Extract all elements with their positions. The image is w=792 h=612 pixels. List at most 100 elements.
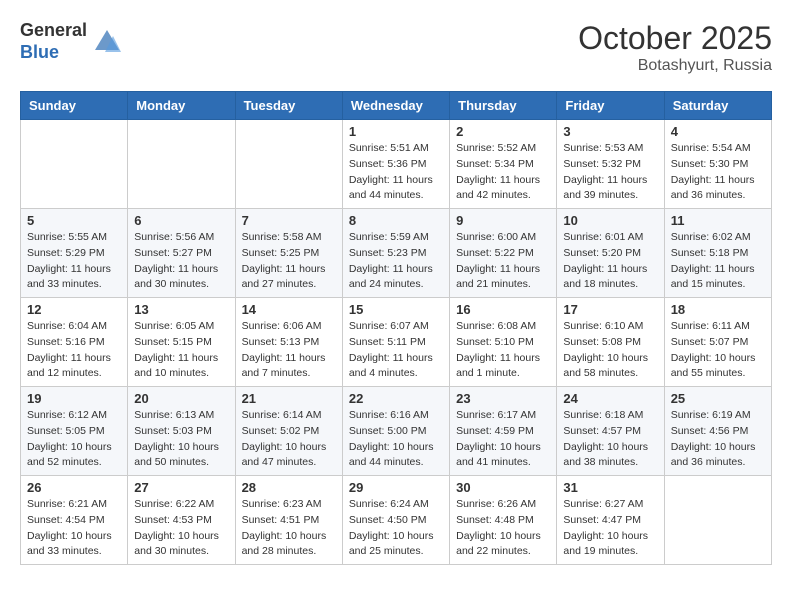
calendar-cell: 15 Sunrise: 6:07 AMSunset: 5:11 PMDayligh… bbox=[342, 298, 449, 387]
calendar-cell: 18 Sunrise: 6:11 AMSunset: 5:07 PMDayligh… bbox=[664, 298, 771, 387]
calendar-table: SundayMondayTuesdayWednesdayThursdayFrid… bbox=[20, 91, 772, 565]
day-info: Sunrise: 6:23 AMSunset: 4:51 PMDaylight:… bbox=[242, 497, 336, 560]
calendar-cell: 3Sunrise: 5:53 AMSunset: 5:32 PMDaylight… bbox=[557, 120, 664, 209]
day-number: 7 bbox=[242, 213, 336, 228]
calendar-cell: 24Sunrise: 6:18 AMSunset: 4:57 PMDayligh… bbox=[557, 387, 664, 476]
day-info: Sunrise: 6:11 AMSunset: 5:07 PMDaylight:… bbox=[671, 319, 765, 382]
day-info: Sunrise: 5:56 AMSunset: 5:27 PMDaylight:… bbox=[134, 230, 228, 293]
day-info: Sunrise: 6:05 AMSunset: 5:15 PMDaylight:… bbox=[134, 319, 228, 382]
day-info: Sunrise: 6:08 AMSunset: 5:10 PMDaylight:… bbox=[456, 319, 550, 382]
calendar-header-row: SundayMondayTuesdayWednesdayThursdayFrid… bbox=[21, 92, 772, 120]
calendar-cell bbox=[664, 476, 771, 565]
day-number: 27 bbox=[134, 480, 228, 495]
day-header: Wednesday bbox=[342, 92, 449, 120]
day-header: Monday bbox=[128, 92, 235, 120]
day-number: 5 bbox=[27, 213, 121, 228]
day-info: Sunrise: 6:01 AMSunset: 5:20 PMDaylight:… bbox=[563, 230, 657, 293]
day-number: 4 bbox=[671, 124, 765, 139]
day-number: 17 bbox=[563, 302, 657, 317]
calendar-cell: 13 Sunrise: 6:05 AMSunset: 5:15 PMDayligh… bbox=[128, 298, 235, 387]
calendar-week-row: 12 Sunrise: 6:04 AMSunset: 5:16 PMDayligh… bbox=[21, 298, 772, 387]
day-info: Sunrise: 6:00 AMSunset: 5:22 PMDaylight:… bbox=[456, 230, 550, 293]
calendar-week-row: 19 Sunrise: 6:12 AMSunset: 5:05 PMDayligh… bbox=[21, 387, 772, 476]
day-info: Sunrise: 6:07 AMSunset: 5:11 PMDaylight:… bbox=[349, 319, 443, 382]
day-number: 13 bbox=[134, 302, 228, 317]
day-number: 16 bbox=[456, 302, 550, 317]
day-header: Saturday bbox=[664, 92, 771, 120]
day-number: 15 bbox=[349, 302, 443, 317]
day-info: Sunrise: 6:02 AMSunset: 5:18 PMDaylight:… bbox=[671, 230, 765, 293]
calendar-cell: 9 Sunrise: 6:00 AMSunset: 5:22 PMDaylight… bbox=[450, 209, 557, 298]
day-info: Sunrise: 6:27 AMSunset: 4:47 PMDaylight:… bbox=[563, 497, 657, 560]
day-info: Sunrise: 6:16 AMSunset: 5:00 PMDaylight:… bbox=[349, 408, 443, 471]
day-number: 28 bbox=[242, 480, 336, 495]
day-info: Sunrise: 6:24 AMSunset: 4:50 PMDaylight:… bbox=[349, 497, 443, 560]
calendar-cell: 23 Sunrise: 6:17 AMSunset: 4:59 PMDayligh… bbox=[450, 387, 557, 476]
day-info: Sunrise: 5:58 AMSunset: 5:25 PMDaylight:… bbox=[242, 230, 336, 293]
day-number: 2 bbox=[456, 124, 550, 139]
day-number: 26 bbox=[27, 480, 121, 495]
calendar-cell: 22 Sunrise: 6:16 AMSunset: 5:00 PMDayligh… bbox=[342, 387, 449, 476]
day-header: Sunday bbox=[21, 92, 128, 120]
day-info: Sunrise: 6:13 AMSunset: 5:03 PMDaylight:… bbox=[134, 408, 228, 471]
day-header: Thursday bbox=[450, 92, 557, 120]
title-block: October 2025 Botashyurt, Russia bbox=[578, 20, 772, 75]
calendar-cell: 31 Sunrise: 6:27 AMSunset: 4:47 PMDayligh… bbox=[557, 476, 664, 565]
location-title: Botashyurt, Russia bbox=[578, 57, 772, 75]
day-number: 9 bbox=[456, 213, 550, 228]
logo-blue-text: Blue bbox=[20, 42, 87, 64]
calendar-cell: 1Sunrise: 5:51 AMSunset: 5:36 PMDaylight… bbox=[342, 120, 449, 209]
day-number: 3 bbox=[563, 124, 657, 139]
day-number: 25 bbox=[671, 391, 765, 406]
calendar-cell: 20 Sunrise: 6:13 AMSunset: 5:03 PMDayligh… bbox=[128, 387, 235, 476]
calendar-week-row: 26 Sunrise: 6:21 AMSunset: 4:54 PMDayligh… bbox=[21, 476, 772, 565]
day-number: 23 bbox=[456, 391, 550, 406]
day-number: 31 bbox=[563, 480, 657, 495]
day-number: 10 bbox=[563, 213, 657, 228]
day-info: Sunrise: 5:52 AMSunset: 5:34 PMDaylight:… bbox=[456, 141, 550, 204]
calendar-cell: 5 Sunrise: 5:55 AMSunset: 5:29 PMDaylight… bbox=[21, 209, 128, 298]
day-info: Sunrise: 6:26 AMSunset: 4:48 PMDaylight:… bbox=[456, 497, 550, 560]
day-number: 21 bbox=[242, 391, 336, 406]
day-info: Sunrise: 5:51 AMSunset: 5:36 PMDaylight:… bbox=[349, 141, 443, 204]
calendar-cell: 7 Sunrise: 5:58 AMSunset: 5:25 PMDaylight… bbox=[235, 209, 342, 298]
logo-icon bbox=[93, 28, 121, 56]
day-number: 12 bbox=[27, 302, 121, 317]
calendar-cell: 21Sunrise: 6:14 AMSunset: 5:02 PMDayligh… bbox=[235, 387, 342, 476]
day-info: Sunrise: 6:21 AMSunset: 4:54 PMDaylight:… bbox=[27, 497, 121, 560]
day-number: 20 bbox=[134, 391, 228, 406]
day-number: 24 bbox=[563, 391, 657, 406]
calendar-cell: 29Sunrise: 6:24 AMSunset: 4:50 PMDayligh… bbox=[342, 476, 449, 565]
day-number: 18 bbox=[671, 302, 765, 317]
day-info: Sunrise: 6:19 AMSunset: 4:56 PMDaylight:… bbox=[671, 408, 765, 471]
day-info: Sunrise: 6:17 AMSunset: 4:59 PMDaylight:… bbox=[456, 408, 550, 471]
day-number: 14 bbox=[242, 302, 336, 317]
day-info: Sunrise: 6:22 AMSunset: 4:53 PMDaylight:… bbox=[134, 497, 228, 560]
calendar-cell: 6 Sunrise: 5:56 AMSunset: 5:27 PMDaylight… bbox=[128, 209, 235, 298]
month-title: October 2025 bbox=[578, 20, 772, 57]
day-info: Sunrise: 5:59 AMSunset: 5:23 PMDaylight:… bbox=[349, 230, 443, 293]
calendar-cell: 19 Sunrise: 6:12 AMSunset: 5:05 PMDayligh… bbox=[21, 387, 128, 476]
day-number: 30 bbox=[456, 480, 550, 495]
calendar-cell bbox=[21, 120, 128, 209]
calendar-cell: 16 Sunrise: 6:08 AMSunset: 5:10 PMDayligh… bbox=[450, 298, 557, 387]
calendar-cell bbox=[128, 120, 235, 209]
day-header: Tuesday bbox=[235, 92, 342, 120]
calendar-cell: 8 Sunrise: 5:59 AMSunset: 5:23 PMDaylight… bbox=[342, 209, 449, 298]
day-info: Sunrise: 6:12 AMSunset: 5:05 PMDaylight:… bbox=[27, 408, 121, 471]
day-number: 6 bbox=[134, 213, 228, 228]
day-info: Sunrise: 6:06 AMSunset: 5:13 PMDaylight:… bbox=[242, 319, 336, 382]
calendar-cell: 2 Sunrise: 5:52 AMSunset: 5:34 PMDaylight… bbox=[450, 120, 557, 209]
calendar-cell: 25 Sunrise: 6:19 AMSunset: 4:56 PMDayligh… bbox=[664, 387, 771, 476]
calendar-week-row: 1Sunrise: 5:51 AMSunset: 5:36 PMDaylight… bbox=[21, 120, 772, 209]
day-number: 22 bbox=[349, 391, 443, 406]
day-info: Sunrise: 6:10 AMSunset: 5:08 PMDaylight:… bbox=[563, 319, 657, 382]
calendar-cell: 26 Sunrise: 6:21 AMSunset: 4:54 PMDayligh… bbox=[21, 476, 128, 565]
day-info: Sunrise: 5:55 AMSunset: 5:29 PMDaylight:… bbox=[27, 230, 121, 293]
calendar-cell: 4Sunrise: 5:54 AMSunset: 5:30 PMDaylight… bbox=[664, 120, 771, 209]
calendar-cell: 11Sunrise: 6:02 AMSunset: 5:18 PMDayligh… bbox=[664, 209, 771, 298]
day-number: 19 bbox=[27, 391, 121, 406]
day-info: Sunrise: 6:04 AMSunset: 5:16 PMDaylight:… bbox=[27, 319, 121, 382]
calendar-cell: 14 Sunrise: 6:06 AMSunset: 5:13 PMDayligh… bbox=[235, 298, 342, 387]
day-number: 8 bbox=[349, 213, 443, 228]
